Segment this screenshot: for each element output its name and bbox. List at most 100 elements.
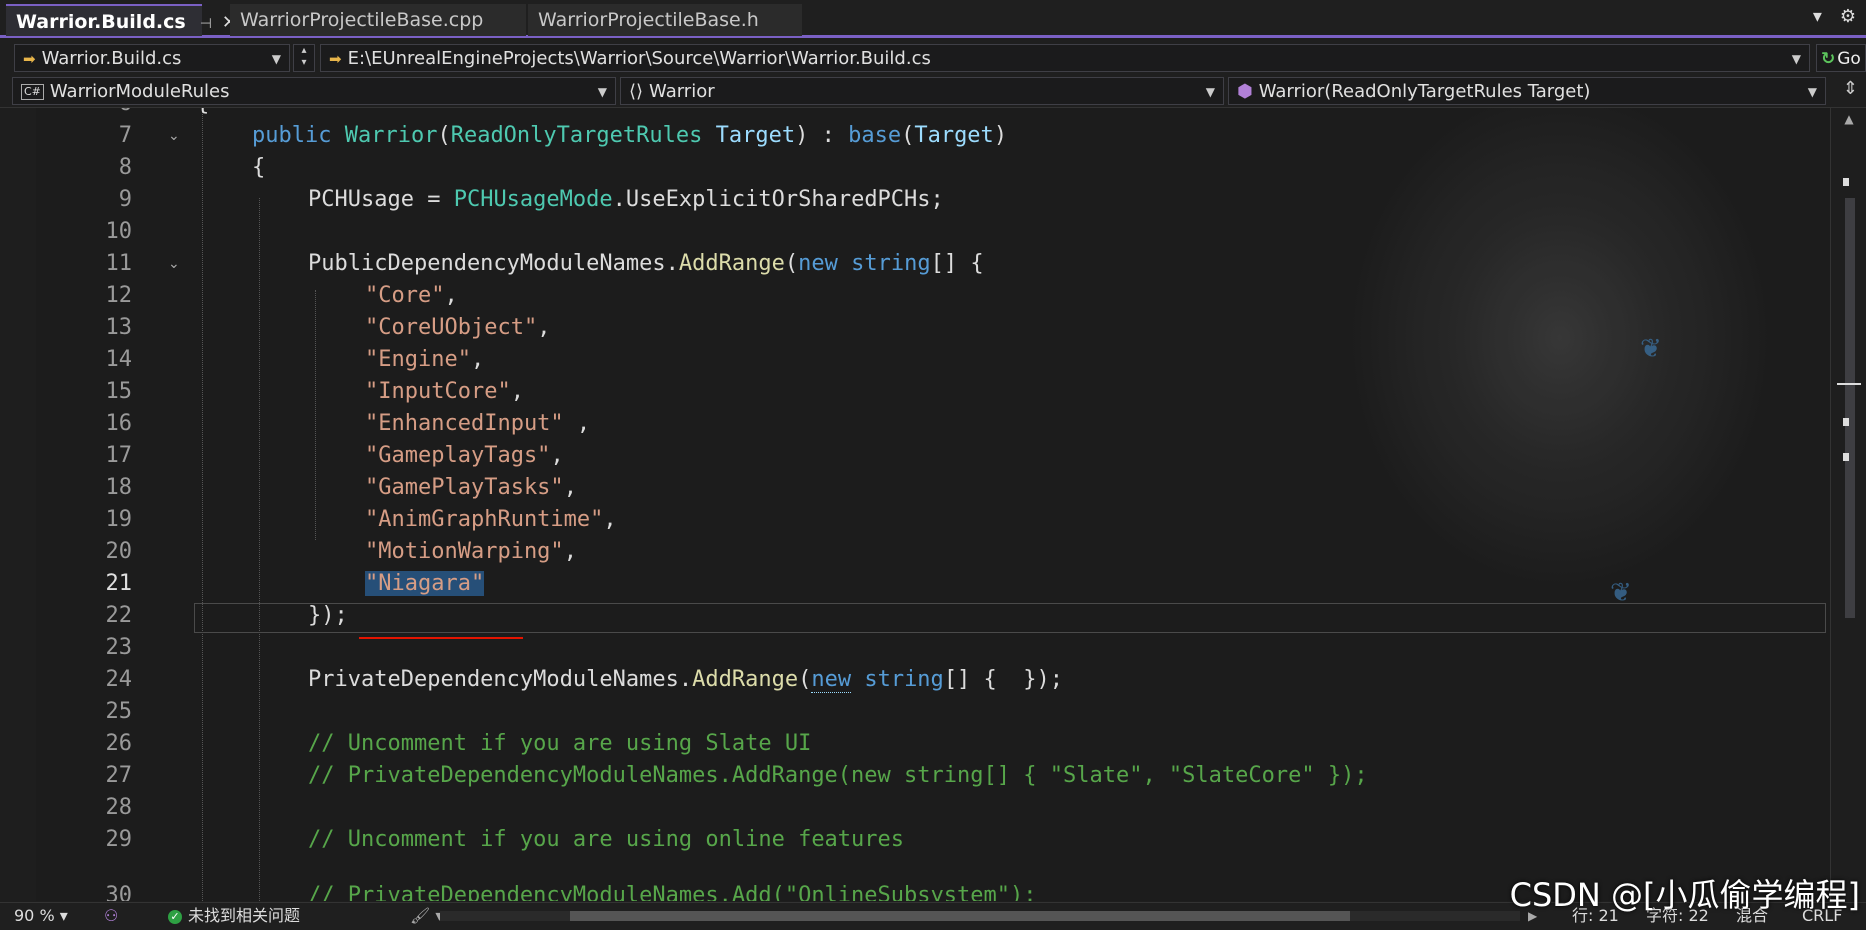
file-dropdown-value: Warrior.Build.cs <box>41 48 182 69</box>
code-line: 25 <box>0 696 1830 728</box>
line-number: 8 <box>118 155 132 180</box>
code-text: "GamePlayTasks", <box>365 475 577 500</box>
code-line: 18 "GamePlayTasks", <box>0 472 1830 504</box>
code-line: 19 "AnimGraphRuntime", <box>0 504 1830 536</box>
line-number: 23 <box>105 635 133 660</box>
go-arrow-icon: ↻ <box>1821 49 1836 69</box>
code-line: 22 }); <box>0 600 1830 632</box>
line-number: 26 <box>105 731 133 756</box>
line-number: 11 <box>105 251 133 276</box>
line-number: 16 <box>105 411 133 436</box>
line-number: 29 <box>105 827 133 852</box>
method-cube-icon: ⬢ <box>1237 81 1253 102</box>
line-number: 21 <box>105 571 133 596</box>
line-number: 13 <box>105 315 133 340</box>
chevron-down-icon: ▼ <box>1205 85 1215 99</box>
code-text: "CoreUObject", <box>365 315 551 340</box>
vertical-scrollbar[interactable]: ▲ <box>1830 108 1866 901</box>
code-text: "AnimGraphRuntime", <box>365 507 617 532</box>
scroll-up-arrow-icon[interactable]: ▲ <box>1831 112 1866 126</box>
check-circle-icon: ✓ <box>168 910 182 924</box>
code-text: "Niagara" <box>365 568 485 600</box>
file-dropdown[interactable]: ➡ Warrior.Build.cs ▼ <box>14 44 290 72</box>
arrow-right-icon: ➡ <box>329 50 342 68</box>
code-line: 28 <box>0 792 1830 824</box>
fold-chevron-icon[interactable]: ⌄ <box>168 120 182 152</box>
tab-warrior-projectile-base-cpp[interactable]: WarriorProjectileBase.cpp <box>230 4 526 36</box>
code-text: "MotionWarping", <box>365 539 577 564</box>
code-line-current: 21 "Niagara" <box>0 568 1830 600</box>
member-dropdown-value: Warrior(ReadOnlyTargetRules Target) <box>1258 81 1591 102</box>
pin-icon[interactable]: ⊣ <box>200 16 212 32</box>
issues-indicator[interactable]: ✓ 未找到相关问题 <box>168 903 300 929</box>
scrollbar-thumb[interactable] <box>1845 198 1855 618</box>
chevron-down-icon: ▼ <box>597 85 607 99</box>
cleanup-brush-icon[interactable]: 🖌 ▾ <box>410 903 443 929</box>
split-window-icon[interactable]: ⇕ <box>1843 78 1858 99</box>
watermark: CSDN @[小瓜偷学编程] <box>1509 876 1860 914</box>
code-line: 27 // PrivateDependencyModuleNames.AddRa… <box>0 760 1830 792</box>
selected-string[interactable]: "Niagara" <box>365 571 485 596</box>
copilot-icon[interactable]: ⚇ <box>104 903 118 929</box>
code-text: public Warrior(ReadOnlyTargetRules Targe… <box>252 123 1008 148</box>
line-number: 30 <box>105 883 133 901</box>
code-navigation-bar: C# WarriorModuleRules ▼ ⟨⟩ Warrior ▼ ⬢ Warrio… <box>0 74 1866 108</box>
horizontal-scrollbar[interactable] <box>440 911 1520 921</box>
line-number: 15 <box>105 379 133 404</box>
tab-warrior-projectile-base-h[interactable]: WarriorProjectileBase.h <box>528 4 802 36</box>
code-text: { <box>252 155 266 180</box>
line-number: 17 <box>105 443 133 468</box>
code-line: 16 "EnhancedInput" , <box>0 408 1830 440</box>
tab-label: WarriorProjectileBase.h <box>538 9 759 31</box>
code-text: PublicDependencyModuleNames.AddRange(new… <box>308 251 984 276</box>
line-number: 14 <box>105 347 133 372</box>
scroll-marker <box>1843 178 1849 186</box>
chevron-down-icon: ▼ <box>1807 85 1817 99</box>
document-tab-bar: Warrior.Build.cs⊣✕ WarriorProjectileBase… <box>0 0 1866 38</box>
code-line: 7 ⌄ public Warrior(ReadOnlyTargetRules T… <box>0 120 1830 152</box>
code-line: 8 { <box>0 152 1830 184</box>
member-dropdown[interactable]: ⬢ Warrior(ReadOnlyTargetRules Target) ▼ <box>1228 77 1826 105</box>
code-comment: // Uncomment if you are using Slate UI <box>308 731 812 756</box>
code-line: 10 <box>0 216 1830 248</box>
horizontal-scrollbar-thumb[interactable] <box>570 911 1350 921</box>
go-button[interactable]: ↻ Go <box>1816 44 1866 72</box>
code-line: 23 <box>0 632 1830 664</box>
namespace-dropdown[interactable]: ⟨⟩ Warrior ▼ <box>620 77 1224 105</box>
code-editor[interactable]: ❦ ❦ 6 { 7 ⌄ public Warrior(ReadOnlyTarge… <box>0 108 1830 901</box>
code-line: 24 PrivateDependencyModuleNames.AddRange… <box>0 664 1830 696</box>
code-line: 20 "MotionWarping", <box>0 536 1830 568</box>
settings-gear-icon[interactable]: ⚙ <box>1840 6 1856 27</box>
tab-warrior-build-cs[interactable]: Warrior.Build.cs⊣✕ <box>6 4 237 36</box>
code-line: 14 "Engine", <box>0 344 1830 376</box>
namespace-dropdown-value: Warrior <box>649 81 715 102</box>
line-number: 22 <box>105 603 133 628</box>
up-down-spinner[interactable]: ▴ ▾ <box>293 44 315 72</box>
class-dropdown[interactable]: C# WarriorModuleRules ▼ <box>12 77 616 105</box>
code-text: "GameplayTags", <box>365 443 564 468</box>
code-comment: // PrivateDependencyModuleNames.Add("Onl… <box>308 883 1037 901</box>
code-line: 17 "GameplayTags", <box>0 440 1830 472</box>
line-number: 24 <box>105 667 133 692</box>
code-comment: // PrivateDependencyModuleNames.AddRange… <box>308 763 1368 788</box>
tab-label: WarriorProjectileBase.cpp <box>240 9 484 31</box>
code-line: 15 "InputCore", <box>0 376 1830 408</box>
code-text: PrivateDependencyModuleNames.AddRange(ne… <box>308 667 1064 693</box>
caret-position-marker <box>1837 383 1861 385</box>
path-dropdown[interactable]: ➡ E:\EUnrealEngineProjects\Warrior\Source… <box>320 44 1810 72</box>
line-number: 27 <box>105 763 133 788</box>
line-number: 25 <box>105 699 133 724</box>
code-line: 13 "CoreUObject", <box>0 312 1830 344</box>
code-line: 9 PCHUsage = PCHUsageMode.UseExplicitOrS… <box>0 184 1830 216</box>
fold-chevron-icon[interactable]: ⌄ <box>168 248 182 280</box>
class-dropdown-value: WarriorModuleRules <box>49 81 230 102</box>
tab-list-dropdown-icon[interactable]: ▾ <box>1813 6 1822 27</box>
zoom-dropdown[interactable]: 90 % ▾ <box>14 903 68 929</box>
code-comment: // Uncomment if you are using online fea… <box>308 827 905 852</box>
code-text: PCHUsage = PCHUsageMode.UseExplicitOrSha… <box>308 187 944 212</box>
scroll-marker <box>1843 418 1849 426</box>
csharp-file-icon: C# <box>21 84 44 100</box>
code-line: 29 // Uncomment if you are using online … <box>0 824 1830 856</box>
code-text: "Engine", <box>365 347 485 372</box>
scroll-marker <box>1843 453 1849 461</box>
